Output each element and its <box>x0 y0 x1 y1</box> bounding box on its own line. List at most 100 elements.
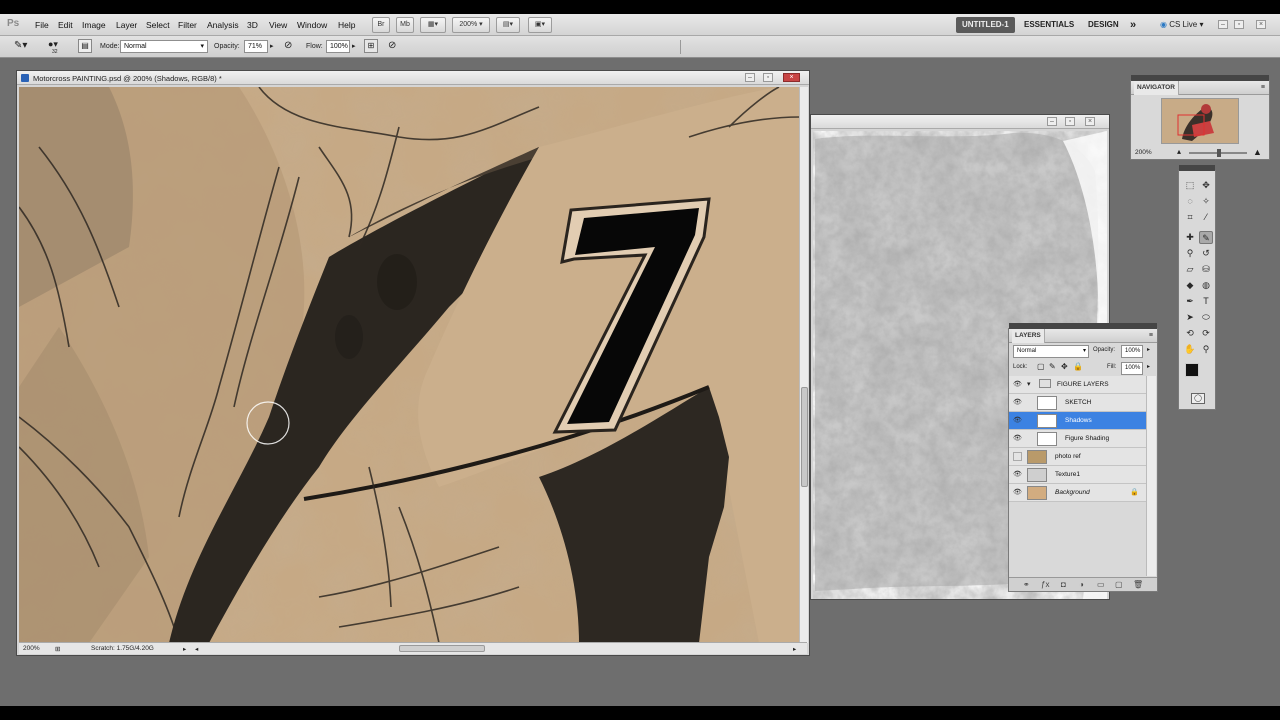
zoom-in-icon[interactable]: ▲ <box>1253 147 1262 157</box>
brush-panel-toggle-icon[interactable]: ▤ <box>78 39 92 53</box>
adjustment-layer-icon[interactable]: ◑ <box>1079 580 1084 589</box>
visibility-eye-icon[interactable]: 👁 <box>1013 398 1022 407</box>
link-layers-icon[interactable]: ⚭ <box>1023 580 1030 589</box>
layer-shadows[interactable]: 👁 Shadows <box>1009 412 1147 430</box>
quick-mask-icon[interactable]: ◯ <box>1191 393 1205 404</box>
visibility-eye-icon[interactable]: 👁 <box>1013 488 1022 497</box>
flow-input[interactable]: 100% <box>326 40 350 53</box>
layer-sketch[interactable]: 👁 SKETCH <box>1009 394 1147 412</box>
move-tool-icon[interactable]: ✥ <box>1199 179 1213 192</box>
spot-healing-tool-icon[interactable]: ✚ <box>1183 231 1197 244</box>
main-document-window[interactable]: Motorcross PAINTING.psd @ 200% (Shadows,… <box>16 70 810 656</box>
menu-window[interactable]: Window <box>297 20 327 30</box>
lock-all-icon[interactable]: 🔒 <box>1073 362 1083 371</box>
opacity-slider-arrow[interactable]: ▸ <box>270 42 274 50</box>
menu-image[interactable]: Image <box>82 20 106 30</box>
lasso-tool-icon[interactable]: ◌ <box>1183 195 1197 208</box>
texture-minimize-button[interactable]: – <box>1047 117 1057 126</box>
doc-restore-button[interactable]: ▫ <box>763 73 773 82</box>
layer-photo-ref[interactable]: photo ref <box>1009 448 1147 466</box>
workspace-essentials[interactable]: ESSENTIALS <box>1018 17 1080 33</box>
layer-opacity-arrow[interactable]: ▸ <box>1147 346 1150 353</box>
screen-mode-button[interactable]: ▣▾ <box>528 17 552 33</box>
painting-canvas[interactable] <box>19 87 800 643</box>
workspace-untitled-1[interactable]: UNTITLED-1 <box>956 17 1015 33</box>
menu-file[interactable]: File <box>35 20 49 30</box>
horizontal-scroll-thumb[interactable] <box>399 645 485 652</box>
add-mask-icon[interactable]: ◘ <box>1061 580 1066 589</box>
layer-opacity-input[interactable]: 100% <box>1121 345 1143 358</box>
type-tool-icon[interactable]: T <box>1199 295 1213 308</box>
doc-close-button[interactable]: × <box>783 73 800 82</box>
status-info-icon[interactable]: ⊞ <box>55 645 60 653</box>
blur-tool-icon[interactable]: ◆ <box>1183 279 1197 292</box>
delete-layer-icon[interactable]: 🗑 <box>1133 580 1143 589</box>
layer-group-figure-layers[interactable]: 👁 ▾ FIGURE LAYERS <box>1009 376 1147 394</box>
airbrush-icon[interactable]: ⊞ <box>364 39 378 53</box>
navigator-thumbnail[interactable] <box>1161 98 1239 144</box>
fill-arrow[interactable]: ▸ <box>1147 363 1150 370</box>
workspace-design[interactable]: DESIGN <box>1082 17 1125 33</box>
opacity-input[interactable]: 71% <box>244 40 268 53</box>
blend-mode-select[interactable]: Normal ▾ <box>120 40 208 53</box>
launch-bridge-button[interactable]: Br <box>372 17 390 33</box>
new-group-icon[interactable]: ▭ <box>1097 580 1105 589</box>
marquee-tool-icon[interactable]: ⬚ <box>1183 179 1197 192</box>
menu-filter[interactable]: Filter <box>178 20 197 30</box>
paint-bucket-tool-icon[interactable]: ⛁ <box>1199 263 1213 276</box>
3d-rotate-tool-icon[interactable]: ⟲ <box>1183 327 1197 340</box>
quick-select-tool-icon[interactable]: ✧ <box>1199 195 1213 208</box>
layer-background[interactable]: 👁 Background 🔒 <box>1009 484 1147 502</box>
scroll-right-arrow[interactable]: ▸ <box>793 645 796 653</box>
clone-stamp-tool-icon[interactable]: ⚲ <box>1183 247 1197 260</box>
lock-pixels-icon[interactable]: ✎ <box>1049 362 1056 371</box>
vertical-scroll-thumb[interactable] <box>801 387 808 487</box>
scroll-left-arrow[interactable]: ◂ <box>195 645 198 653</box>
3d-orbit-tool-icon[interactable]: ⟳ <box>1199 327 1213 340</box>
layers-tab[interactable]: LAYERS <box>1012 329 1045 343</box>
brush-tool-icon[interactable]: ✎ <box>1199 231 1213 244</box>
more-workspaces-button[interactable]: » <box>1124 17 1142 33</box>
layer-texture1[interactable]: 👁 Texture1 <box>1009 466 1147 484</box>
doc-minimize-button[interactable]: – <box>745 73 755 82</box>
texture-document-titlebar[interactable]: – ▫ × <box>811 115 1109 129</box>
menu-view[interactable]: View <box>269 20 287 30</box>
navigator-zoom-value[interactable]: 200% <box>1135 149 1152 156</box>
eraser-tool-icon[interactable]: ▱ <box>1183 263 1197 276</box>
view-extras-button[interactable]: ▦▾ <box>420 17 446 33</box>
path-select-tool-icon[interactable]: ➤ <box>1183 311 1197 324</box>
visibility-eye-icon[interactable]: 👁 <box>1013 416 1022 425</box>
menu-layer[interactable]: Layer <box>116 20 137 30</box>
visibility-eye-icon[interactable]: 👁 <box>1013 470 1022 479</box>
hand-tool-icon[interactable]: ✋ <box>1183 343 1197 356</box>
pen-tool-icon[interactable]: ✒ <box>1183 295 1197 308</box>
layers-scrollbar[interactable] <box>1146 376 1156 576</box>
arrange-documents-button[interactable]: ▤▾ <box>496 17 520 33</box>
app-restore-button[interactable]: ▫ <box>1234 20 1244 29</box>
texture-close-button[interactable]: × <box>1085 117 1095 126</box>
flow-slider-arrow[interactable]: ▸ <box>352 42 356 50</box>
tablet-pressure-opacity-icon[interactable]: ⊘ <box>284 40 292 51</box>
zoom-level-dropdown[interactable]: 200% ▾ <box>452 17 490 33</box>
canvas-vertical-scrollbar[interactable] <box>799 87 808 643</box>
menu-help[interactable]: Help <box>338 20 355 30</box>
launch-minibridge-button[interactable]: Mb <box>396 17 414 33</box>
menu-select[interactable]: Select <box>146 20 170 30</box>
eyedropper-tool-icon[interactable]: ⁄ <box>1199 211 1213 224</box>
visibility-eye-icon[interactable]: 👁 <box>1013 434 1022 443</box>
panel-menu-icon[interactable]: ≡ <box>1149 332 1153 339</box>
foreground-color-swatch[interactable] <box>1185 363 1199 377</box>
fill-input[interactable]: 100% <box>1121 362 1143 375</box>
status-menu-arrow[interactable]: ▸ <box>183 645 186 653</box>
lock-position-icon[interactable]: ✥ <box>1061 362 1068 371</box>
menu-edit[interactable]: Edit <box>58 20 73 30</box>
navigator-tab[interactable]: NAVIGATOR <box>1134 81 1179 95</box>
main-document-titlebar[interactable]: Motorcross PAINTING.psd @ 200% (Shadows,… <box>17 71 809 85</box>
tools-panel-strip[interactable] <box>1179 165 1215 171</box>
layer-style-icon[interactable]: ƒx <box>1041 580 1049 589</box>
menu-3d[interactable]: 3D <box>247 20 258 30</box>
visibility-eye-icon[interactable]: 👁 <box>1013 380 1022 389</box>
app-minimize-button[interactable]: – <box>1218 20 1228 29</box>
app-close-button[interactable]: × <box>1256 20 1266 29</box>
brush-tool-preset-icon[interactable]: ✎▾ <box>14 40 27 51</box>
